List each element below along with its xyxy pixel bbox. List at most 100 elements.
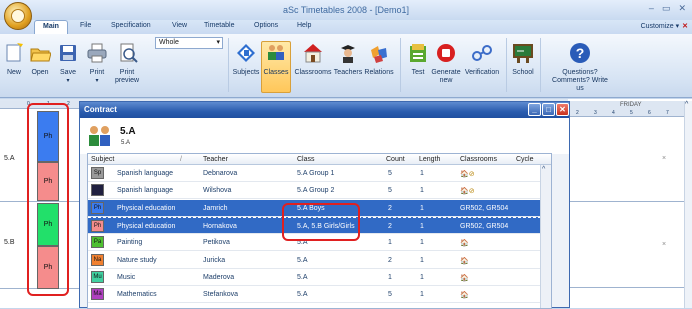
maximize-button[interactable]: □ [542, 103, 555, 116]
relations-button[interactable]: Relations [363, 42, 395, 77]
column-classrooms[interactable]: Classrooms [460, 156, 497, 163]
teacher-cell: Debnarova [203, 170, 238, 177]
window-controls: – ▭ ✕ [649, 3, 686, 14]
minimize-button[interactable]: – [649, 3, 654, 14]
ribbon-separator [540, 38, 541, 92]
teachers-icon [341, 45, 355, 63]
tab-specification[interactable]: Specification [111, 22, 151, 29]
column-subject[interactable]: Subject [91, 156, 114, 163]
table-row[interactable]: Ma Mathematics Stefankova 5.A 5 1 🏠 [88, 286, 541, 304]
class-cell: 5.A [297, 256, 308, 264]
customize-menu[interactable]: Customize ▾ ✕ [641, 22, 688, 30]
print-preview-button[interactable]: Print preview [112, 42, 144, 85]
row-label-5b: 5.B [4, 239, 15, 246]
friday-header: FRIDAY 2 3 4 5 6 7 [570, 101, 692, 117]
test-button[interactable]: Test [406, 42, 430, 77]
table-row[interactable]: Na Nature study Juricka 5.A 2 1 🏠 [88, 252, 541, 269]
classrooms-cell: 🏠 [460, 240, 469, 248]
application-orb-button[interactable] [4, 2, 32, 30]
classrooms-cell: 🏠⊘ [460, 188, 475, 196]
column-cycle[interactable]: Cycle [516, 156, 534, 163]
close-button[interactable]: ✕ [678, 3, 686, 14]
subject-badge: Mu [91, 270, 104, 283]
help-button[interactable]: ? Questions? Comments? Write us [543, 42, 617, 93]
maximize-button[interactable]: ▭ [662, 3, 671, 14]
open-button[interactable]: Open [27, 42, 53, 77]
highlight-annotation [27, 103, 69, 296]
column-count[interactable]: Count [386, 156, 405, 163]
table-scrollbar[interactable]: ^ [540, 165, 551, 308]
length-cell: 1 [420, 239, 424, 247]
print-button[interactable]: Print ▾ [84, 42, 110, 85]
classrooms-button[interactable]: Classrooms [291, 42, 335, 77]
tab-file[interactable]: File [80, 22, 91, 29]
verification-button[interactable]: Verification [462, 42, 502, 77]
chevron-down-icon: ▾ [216, 39, 220, 46]
generate-icon [437, 44, 455, 62]
class-name: 5.A [120, 126, 136, 137]
scroll-up-icon[interactable]: ^ [542, 166, 545, 173]
subject-badge: Pa [91, 236, 104, 249]
tab-timetable[interactable]: Timetable [204, 22, 234, 29]
table-row[interactable]: Spanish language Wilshova 5.A Group 2 5 1 🏠⊘ [88, 182, 541, 200]
verification-icon [472, 45, 492, 61]
count-cell: 5 [388, 170, 392, 177]
column-length[interactable]: Length [419, 156, 440, 163]
classrooms-cell: 🏠 [460, 274, 469, 282]
timetable-right-grid [568, 99, 692, 308]
scroll-up-icon[interactable]: ^ [685, 101, 688, 108]
view-scope-dropdown[interactable]: Whole ▾ [155, 37, 223, 49]
tab-view[interactable]: View [172, 22, 187, 29]
subject-cell: Painting [117, 239, 143, 247]
subject-badge: Na [91, 253, 104, 266]
row-divider [568, 287, 692, 288]
tab-help[interactable]: Help [297, 22, 311, 29]
school-icon [513, 44, 533, 63]
count-cell: 1 [388, 239, 392, 247]
subjects-button[interactable]: Subjects [231, 42, 261, 77]
customize-close-icon[interactable]: ✕ [682, 23, 688, 30]
printer-icon [87, 43, 107, 63]
table-row[interactable]: Sp Spanish language Debnarova 5.A Group 1 5 1… [88, 165, 541, 182]
window-title: aSc Timetables 2008 - [Demo1] [282, 5, 410, 15]
school-button[interactable]: School [509, 42, 537, 77]
column-class[interactable]: Class [297, 156, 315, 163]
timetable-scrollbar[interactable]: ^ [684, 101, 692, 308]
column-teacher[interactable]: Teacher [203, 156, 228, 163]
save-disk-icon [60, 45, 76, 61]
length-cell: 1 [420, 170, 424, 177]
subject-badge: Ph [91, 219, 104, 232]
count-cell: 2 [388, 222, 392, 230]
count-cell: 5 [388, 187, 392, 195]
minimize-button[interactable]: _ [528, 103, 541, 116]
title-bar: aSc Timetables 2008 - [Demo1] – ▭ ✕ [0, 0, 692, 20]
length-cell: 1 [420, 291, 424, 299]
generate-new-button[interactable]: Generate new [430, 42, 462, 85]
count-cell: 2 [388, 256, 392, 264]
teachers-button[interactable]: Teachers [333, 42, 363, 77]
class-cell: 5.A [297, 273, 308, 281]
save-button[interactable]: Save ▾ [56, 42, 80, 85]
tab-options[interactable]: Options [254, 22, 278, 29]
open-folder-icon [30, 48, 52, 62]
dialog-title: Contract [84, 105, 117, 114]
close-icon[interactable]: × [662, 155, 666, 162]
teacher-cell: Maderova [203, 273, 235, 281]
new-button[interactable]: New [3, 42, 25, 77]
subject-badge: Sp [91, 167, 104, 179]
count-cell: 2 [388, 204, 392, 212]
classrooms-icon [304, 44, 322, 63]
count-cell: 5 [388, 291, 392, 299]
classes-button[interactable]: Classes [261, 41, 291, 93]
close-button[interactable]: ✕ [556, 103, 569, 116]
close-icon[interactable]: × [662, 241, 666, 248]
classrooms-cell: 🏠⊘ [460, 171, 475, 178]
subject-badge [91, 184, 104, 197]
ribbon-tabs: Main File Specification View Timetable O… [0, 20, 692, 34]
table-row[interactable]: Mu Music Maderova 5.A 1 1 🏠 [88, 269, 541, 286]
row-label-5a: 5.A [4, 155, 15, 162]
length-cell: 1 [420, 204, 424, 212]
length-cell: 1 [420, 256, 424, 264]
tab-main[interactable]: Main [34, 20, 68, 34]
help-icon: ? [570, 43, 590, 63]
